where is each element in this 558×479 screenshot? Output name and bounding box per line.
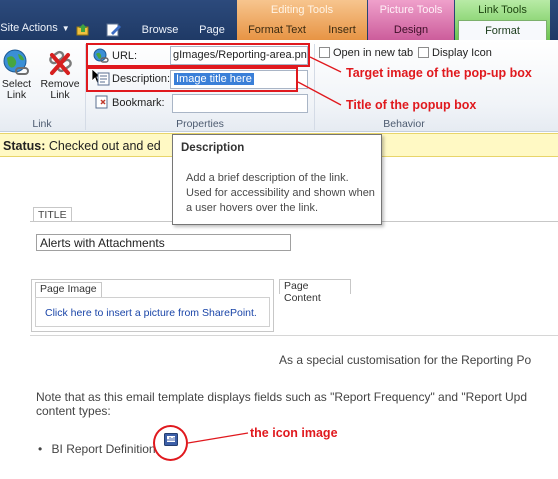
- bookmark-icon: [95, 95, 109, 109]
- checkbox-box: [418, 47, 429, 58]
- tooltip-title: Description: [181, 142, 245, 154]
- globe-link-icon: [2, 48, 32, 78]
- display-icon-label: Display Icon: [432, 47, 492, 59]
- description-highlight-box: [86, 67, 298, 92]
- bullet-item-text[interactable]: BI Report Definition: [52, 442, 156, 456]
- page-image-tab-label: Page Image: [40, 283, 97, 295]
- status-label: Status:: [3, 139, 46, 153]
- remove-link-icon: [45, 48, 75, 78]
- title-input[interactable]: Alerts with Attachments: [36, 234, 291, 251]
- insert-picture-link[interactable]: Click here to insert a picture from Shar…: [45, 307, 257, 319]
- editing-tools-header: Editing Tools: [270, 4, 334, 16]
- checkbox-box: [319, 47, 330, 58]
- status-text: Checked out and ed: [48, 139, 161, 153]
- group-label-link: Link: [32, 118, 52, 130]
- chevron-down-icon: ▼: [61, 23, 70, 33]
- tab-browse[interactable]: Browse: [135, 20, 185, 40]
- select-link-label: Select Link: [1, 78, 32, 101]
- page-content-tab: Page Content: [279, 279, 351, 304]
- annotation-title-popup: Title of the popup box: [346, 98, 477, 112]
- navigate-up-icon[interactable]: [76, 23, 90, 36]
- tab-design[interactable]: Design: [368, 20, 454, 40]
- bookmark-label: Bookmark:: [112, 97, 165, 109]
- site-actions-menu[interactable]: Site Actions ▼: [0, 18, 70, 38]
- customisation-text: As a special customisation for the Repor…: [279, 353, 532, 367]
- open-new-tab-label: Open in new tab: [333, 47, 414, 59]
- title-label-text: TITLE: [38, 209, 67, 221]
- tooltip-body: Add a brief description of the link. Use…: [186, 172, 375, 214]
- tab-insert[interactable]: Insert: [318, 20, 366, 40]
- annotation-target-image: Target image of the pop-up box: [346, 66, 532, 80]
- picture-tools-header: Picture Tools: [379, 4, 443, 16]
- select-link-button[interactable]: Select Link: [0, 46, 33, 101]
- open-new-tab-checkbox[interactable]: Open in new tab: [319, 47, 413, 59]
- note-text-line2: content types:: [36, 404, 111, 418]
- group-label-behavior: Behavior: [383, 118, 425, 130]
- title-value: Alerts with Attachments: [40, 236, 165, 250]
- bullet-dot: •: [38, 442, 43, 456]
- edit-page-icon[interactable]: [106, 22, 122, 37]
- url-highlight-box: [86, 43, 310, 67]
- bookmark-input[interactable]: [172, 94, 308, 113]
- group-label-properties: Properties: [176, 118, 224, 130]
- tab-format[interactable]: Format: [458, 20, 547, 41]
- title-label: TITLE: [33, 207, 72, 222]
- page-content-tab-label: Page Content: [284, 280, 321, 304]
- page-image-tab: Page Image: [35, 282, 102, 297]
- tab-format-text[interactable]: Format Text: [237, 20, 317, 40]
- note-text-line1: Note that as this email template display…: [36, 390, 528, 404]
- remove-link-label: Remove Link: [40, 78, 80, 101]
- site-actions-label: Site Actions: [0, 22, 58, 34]
- display-icon-checkbox[interactable]: Display Icon: [418, 47, 492, 59]
- bullet-list-item: • BI Report Definition: [38, 442, 156, 456]
- link-tools-header: Link Tools: [478, 4, 527, 16]
- remove-link-button[interactable]: Remove Link: [39, 46, 81, 101]
- description-tooltip: Description Add a brief description of t…: [172, 134, 382, 225]
- annotation-icon-image: the icon image: [250, 426, 338, 440]
- icon-highlight-circle: [153, 425, 188, 461]
- tab-page[interactable]: Page: [190, 20, 234, 40]
